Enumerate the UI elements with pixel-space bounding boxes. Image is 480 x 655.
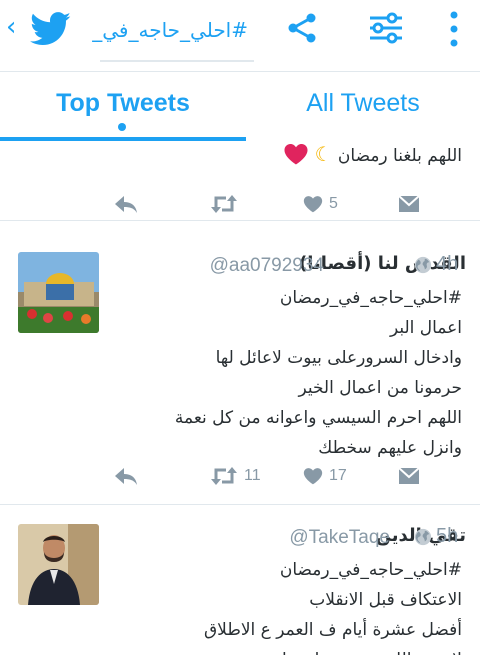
- tweet-header: تقي الدين @TakeTaqe: [108, 525, 466, 553]
- tweet-text: #احلي_حاجه_في_رمضان اعمال البر وادخال ال…: [175, 283, 462, 463]
- filter-icon[interactable]: [368, 12, 404, 44]
- globe-icon: [414, 256, 432, 274]
- tweet-card[interactable]: تقي الدين @TakeTaqe 5h #احلي_حاجه_في_رمض…: [0, 505, 480, 655]
- top-app-bar: ‹ #احلي_حاجه_في_: [0, 0, 480, 72]
- overflow-menu-icon[interactable]: [444, 10, 464, 48]
- retweet-button[interactable]: [210, 187, 244, 221]
- red-heart-icon: [284, 144, 308, 165]
- reply-button[interactable]: [114, 459, 138, 493]
- avatar[interactable]: [18, 252, 99, 333]
- tweet-text: اللهم بلغنا رمضان ☾: [283, 143, 462, 171]
- reply-icon: [115, 196, 137, 213]
- user-handle[interactable]: @TakeTaqe: [289, 527, 390, 549]
- tweet-line: اللهم بلغنا رمضان: [337, 146, 462, 166]
- back-chevron-icon[interactable]: ‹: [6, 14, 16, 40]
- tweet-feed[interactable]: اللهم بلغنا رمضان ☾ 5 القدس لنا (أقصانا)…: [0, 143, 480, 655]
- tweet-timestamp: 5h: [436, 525, 459, 547]
- search-query-text: #احلي_حاجه_في_: [92, 18, 248, 42]
- tab-top-tweets[interactable]: Top Tweets: [0, 89, 246, 118]
- like-button[interactable]: 17: [303, 459, 347, 493]
- avatar[interactable]: [18, 524, 99, 605]
- tweet-line: اللهم احرم السيسي واعوانه من كل نعمة: [174, 408, 462, 428]
- like-count: 17: [329, 467, 347, 484]
- retweet-count: 11: [244, 467, 261, 484]
- hashtag-link[interactable]: #احلي_حاجه_في_رمضان: [175, 283, 462, 313]
- user-handle[interactable]: @aa0792934: [210, 255, 324, 277]
- like-button[interactable]: 5: [303, 187, 338, 221]
- envelope-icon: [398, 467, 420, 484]
- tweet-line: اعمال البر: [389, 318, 462, 338]
- active-tab-indicator: [0, 137, 246, 141]
- tweet-actions: 11 17: [0, 459, 480, 493]
- tweet-line: الاعتكاف قبل الانقلاب: [309, 590, 462, 610]
- share-icon[interactable]: [286, 12, 318, 44]
- retweet-button[interactable]: 11: [210, 459, 261, 493]
- direct-message-button[interactable]: [398, 187, 420, 221]
- reply-button[interactable]: [114, 187, 138, 221]
- search-query-field[interactable]: #احلي_حاجه_في_: [92, 8, 254, 62]
- retweet-icon: [211, 195, 237, 213]
- hashtag-link[interactable]: #احلي_حاجه_في_رمضان: [204, 555, 462, 585]
- tweet-timestamp: 4h: [436, 253, 459, 275]
- like-count: 5: [329, 195, 338, 212]
- tweet-line: أفضل عشرة أيام ف العمر ع الاطلاق: [203, 620, 462, 640]
- direct-message-button[interactable]: [398, 459, 420, 493]
- reply-icon: [115, 468, 137, 485]
- twitter-bird-icon[interactable]: [30, 12, 72, 46]
- tweet-line: لا رحم الله من حرمنا منها: [204, 645, 462, 655]
- active-tab-dot: [118, 123, 126, 131]
- heart-icon: [303, 468, 323, 485]
- retweet-icon: [211, 467, 237, 485]
- crescent-moon-icon: ☾: [314, 143, 333, 166]
- globe-icon: [414, 528, 432, 546]
- timeline-tabs: Top Tweets All Tweets: [0, 73, 480, 143]
- envelope-icon: [398, 195, 420, 212]
- tweet-actions: 5: [0, 187, 480, 221]
- heart-icon: [303, 196, 323, 213]
- tweet-line: حرمونا من اعمال الخير: [298, 378, 462, 398]
- tab-all-tweets[interactable]: All Tweets: [246, 89, 480, 118]
- tweet-header: القدس لنا (أقصانا) @aa0792934: [108, 253, 466, 281]
- tweet-line: وادخال السرورعلى بيوت لاعائل لها: [215, 348, 462, 368]
- tweet-text: #احلي_حاجه_في_رمضان الاعتكاف قبل الانقلا…: [204, 555, 462, 655]
